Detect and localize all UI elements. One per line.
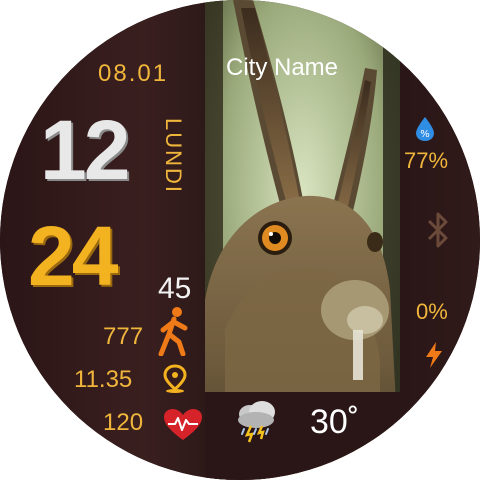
city-name: City Name (226, 54, 339, 81)
svg-text:%: % (420, 129, 430, 140)
water-drop-icon[interactable]: % (414, 116, 436, 147)
seconds-digits: 45 (158, 272, 192, 305)
watch-face: 08.01 12 24 LUNDI 45 City Name 777 11.35… (0, 0, 480, 480)
thunderstorm-icon[interactable] (234, 398, 280, 449)
heart-rate-value: 120 (103, 409, 144, 436)
battery-value: 0% (416, 299, 448, 324)
temperature-value: 30˚ (310, 403, 360, 441)
hour-digits: 12 (40, 103, 130, 197)
heart-rate-icon[interactable] (163, 408, 203, 447)
lightning-bolt-icon[interactable] (424, 341, 444, 374)
step-count: 777 (103, 323, 144, 350)
walking-person-icon[interactable] (157, 306, 191, 361)
location-pin-icon[interactable] (162, 364, 188, 399)
bluetooth-icon[interactable] (426, 210, 452, 255)
minute-digits: 24 (28, 209, 118, 303)
distance-value: 11.35 (74, 366, 133, 393)
date-label: 08.01 (98, 60, 169, 87)
humidity-value: 77% (404, 148, 449, 173)
day-name: LUNDI (161, 118, 186, 195)
